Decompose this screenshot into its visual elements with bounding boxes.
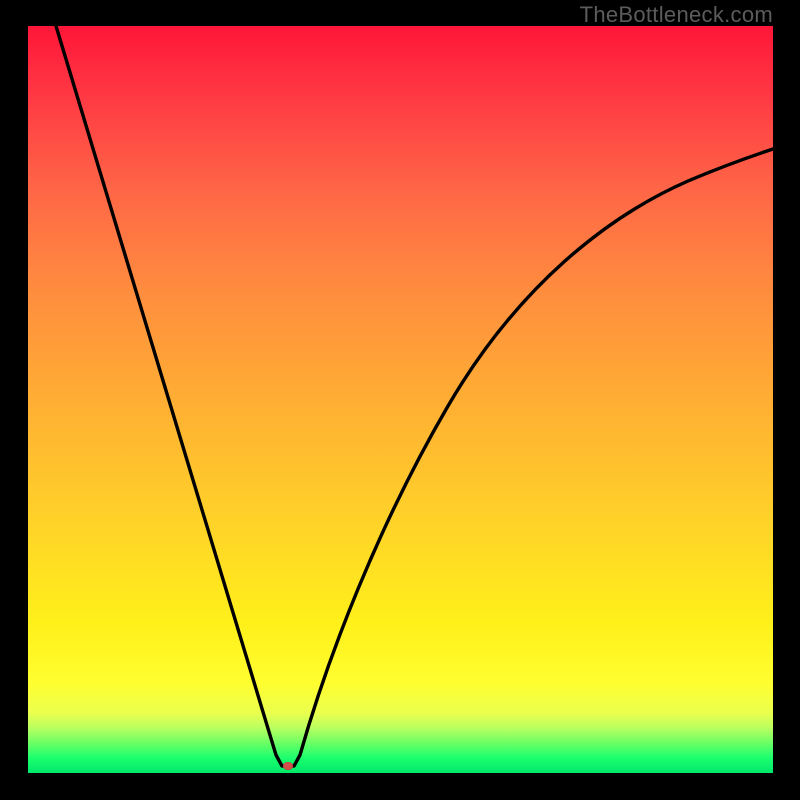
chart-frame: TheBottleneck.com (0, 0, 800, 800)
watermark-text: TheBottleneck.com (580, 2, 773, 28)
minimum-marker (283, 762, 293, 770)
chart-curve-layer (28, 26, 773, 773)
bottleneck-curve (56, 26, 773, 766)
